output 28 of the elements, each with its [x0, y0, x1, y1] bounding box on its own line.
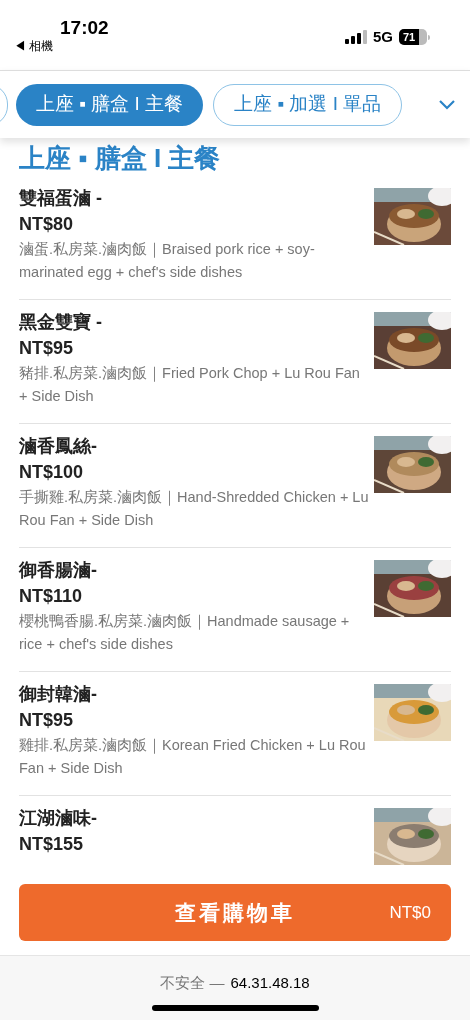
item-name[interactable]: 御香腸滷- [19, 558, 370, 583]
item-price: NT$100 [19, 461, 85, 484]
item-price: NT$155 [19, 833, 85, 856]
item-name[interactable]: 御封韓滷- [19, 682, 370, 707]
item-description: 雞排.私房菜.滷肉飯｜Korean Fried Chicken + Lu Rou Fan + Side Dish [19, 736, 367, 778]
section-title: 上座 ▪ 膳盒 I 主餐 [18, 142, 222, 175]
item-description: 豬排.私房菜.滷肉飯｜Fried Pork Chop + Lu Rou Fan + Side Dish [19, 364, 361, 406]
item-description: 櫻桃鴨香腸.私房菜.滷肉飯｜Handmade sausage + rice + chef's side dishes [19, 612, 351, 654]
item-description: 滷蛋.私房菜.滷肉飯｜Braised pork rice + soy-marinated egg + chef's side dishes [19, 240, 316, 282]
item-name[interactable]: 雙福蛋滷 - [19, 186, 370, 211]
item-name[interactable]: 滷香鳳絲- [19, 434, 370, 459]
item-price: NT$95 [19, 337, 75, 360]
url-text: 64.31.48.18 [230, 973, 310, 993]
clock: 17:02 [60, 16, 109, 40]
signal-icon [345, 30, 367, 45]
item-price: NT$80 [19, 213, 75, 236]
item-name[interactable]: 黑金雙寶 - [19, 310, 370, 335]
network-label: 5G [373, 27, 393, 47]
back-link[interactable]: ◀ 相機 [14, 37, 54, 55]
item-name[interactable]: 江湖滷味- [19, 806, 370, 831]
battery-icon: 71 [399, 29, 430, 46]
category-tab[interactable]: 上座 ▪ 加選 I 單品 [213, 83, 403, 126]
category-tab[interactable]: 上座 ▪ 膳盒 I 主餐 [16, 83, 204, 126]
chevron-down-icon[interactable] [438, 98, 456, 111]
item-price: NT$95 [19, 709, 75, 732]
item-description: 手撕雞.私房菜.滷肉飯｜Hand-Shredded Chicken + Lu Rou Fan + Side Dish [19, 488, 370, 530]
security-label: 不安全 — [160, 973, 225, 993]
item-price: NT$110 [19, 585, 84, 608]
